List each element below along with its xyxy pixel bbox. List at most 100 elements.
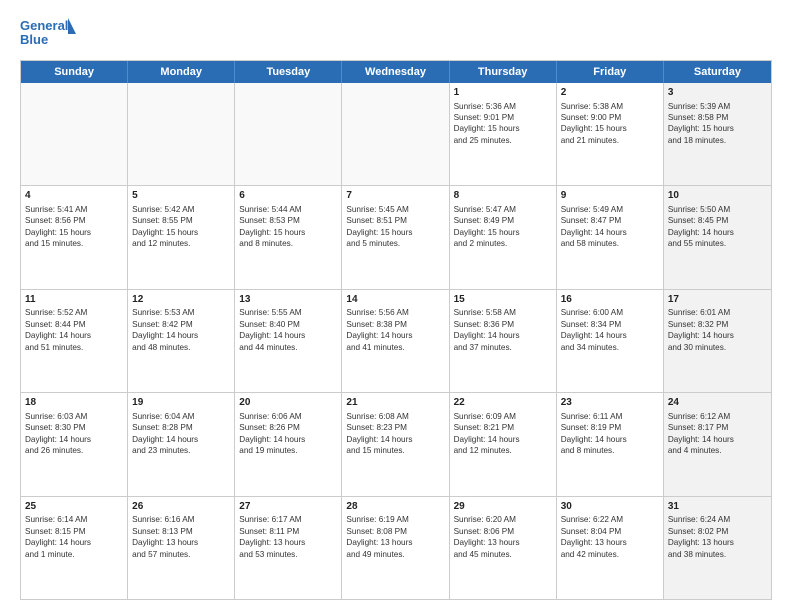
day-number: 12	[132, 293, 230, 307]
calendar-cell: 19 Sunrise: 6:04 AM Sunset: 8:28 PM Dayli…	[128, 393, 235, 495]
day-number: 6	[239, 189, 337, 203]
svg-text:General: General	[20, 18, 68, 33]
day-info: Sunrise: 5:41 AM Sunset: 8:56 PM Dayligh…	[25, 205, 91, 248]
calendar-cell: 21Sunrise: 6:08 AM Sunset: 8:23 PM Dayli…	[342, 393, 449, 495]
calendar-row: 1Sunrise: 5:36 AM Sunset: 9:01 PM Daylig…	[21, 83, 771, 186]
calendar-cell: 11Sunrise: 5:52 AM Sunset: 8:44 PM Dayli…	[21, 290, 128, 392]
calendar-cell: 16Sunrise: 6:00 AM Sunset: 8:34 PM Dayli…	[557, 290, 664, 392]
day-number: 20	[239, 396, 337, 410]
calendar-header-cell: Sunday	[21, 61, 128, 83]
day-number: 8	[454, 189, 552, 203]
day-number: 19	[132, 396, 230, 410]
day-number: 27	[239, 500, 337, 514]
day-number: 4	[25, 189, 123, 203]
day-number: 17	[668, 293, 767, 307]
calendar-cell: 14Sunrise: 5:56 AM Sunset: 8:38 PM Dayli…	[342, 290, 449, 392]
calendar-header-cell: Saturday	[664, 61, 771, 83]
day-number: 3	[668, 86, 767, 100]
calendar-header: SundayMondayTuesdayWednesdayThursdayFrid…	[21, 61, 771, 83]
calendar-cell: 30Sunrise: 6:22 AM Sunset: 8:04 PM Dayli…	[557, 497, 664, 599]
day-info: Sunrise: 6:19 AM Sunset: 8:08 PM Dayligh…	[346, 515, 412, 558]
day-info: Sunrise: 6:09 AM Sunset: 8:21 PM Dayligh…	[454, 412, 520, 455]
calendar-cell: 26Sunrise: 6:16 AM Sunset: 8:13 PM Dayli…	[128, 497, 235, 599]
day-info: Sunrise: 6:04 AM Sunset: 8:28 PM Dayligh…	[132, 412, 198, 455]
logo: General Blue	[20, 16, 80, 52]
calendar-cell: 20 Sunrise: 6:06 AM Sunset: 8:26 PM Dayli…	[235, 393, 342, 495]
day-info: Sunrise: 6:17 AM Sunset: 8:11 PM Dayligh…	[239, 515, 305, 558]
calendar-header-cell: Friday	[557, 61, 664, 83]
page: General Blue SundayMondayTuesdayWednesda…	[0, 0, 792, 612]
calendar-cell	[21, 83, 128, 185]
day-info: Sunrise: 5:44 AM Sunset: 8:53 PM Dayligh…	[239, 205, 305, 248]
day-info: Sunrise: 6:14 AM Sunset: 8:15 PM Dayligh…	[25, 515, 91, 558]
calendar-header-cell: Thursday	[450, 61, 557, 83]
calendar-cell: 22Sunrise: 6:09 AM Sunset: 8:21 PM Dayli…	[450, 393, 557, 495]
day-info: Sunrise: 5:42 AM Sunset: 8:55 PM Dayligh…	[132, 205, 198, 248]
day-number: 5	[132, 189, 230, 203]
calendar-body: 1Sunrise: 5:36 AM Sunset: 9:01 PM Daylig…	[21, 83, 771, 599]
calendar-cell: 7Sunrise: 5:45 AM Sunset: 8:51 PM Daylig…	[342, 186, 449, 288]
day-info: Sunrise: 5:50 AM Sunset: 8:45 PM Dayligh…	[668, 205, 734, 248]
svg-text:Blue: Blue	[20, 32, 48, 47]
day-number: 1	[454, 86, 552, 100]
calendar-cell: 18 Sunrise: 6:03 AM Sunset: 8:30 PM Dayli…	[21, 393, 128, 495]
calendar-cell: 29Sunrise: 6:20 AM Sunset: 8:06 PM Dayli…	[450, 497, 557, 599]
day-info: Sunrise: 6:06 AM Sunset: 8:26 PM Dayligh…	[239, 412, 305, 455]
day-number: 31	[668, 500, 767, 514]
calendar-cell: 31Sunrise: 6:24 AM Sunset: 8:02 PM Dayli…	[664, 497, 771, 599]
day-info: Sunrise: 5:58 AM Sunset: 8:36 PM Dayligh…	[454, 308, 520, 351]
day-number: 26	[132, 500, 230, 514]
day-info: Sunrise: 6:03 AM Sunset: 8:30 PM Dayligh…	[25, 412, 91, 455]
day-number: 2	[561, 86, 659, 100]
day-info: Sunrise: 5:52 AM Sunset: 8:44 PM Dayligh…	[25, 308, 91, 351]
day-number: 15	[454, 293, 552, 307]
day-info: Sunrise: 6:12 AM Sunset: 8:17 PM Dayligh…	[668, 412, 734, 455]
day-info: Sunrise: 6:16 AM Sunset: 8:13 PM Dayligh…	[132, 515, 198, 558]
day-number: 11	[25, 293, 123, 307]
calendar-row: 11Sunrise: 5:52 AM Sunset: 8:44 PM Dayli…	[21, 290, 771, 393]
day-info: Sunrise: 6:01 AM Sunset: 8:32 PM Dayligh…	[668, 308, 734, 351]
calendar-row: 18 Sunrise: 6:03 AM Sunset: 8:30 PM Dayli…	[21, 393, 771, 496]
calendar-cell: 3 Sunrise: 5:39 AM Sunset: 8:58 PM Daylig…	[664, 83, 771, 185]
day-info: Sunrise: 6:24 AM Sunset: 8:02 PM Dayligh…	[668, 515, 734, 558]
day-info: Sunrise: 5:45 AM Sunset: 8:51 PM Dayligh…	[346, 205, 412, 248]
calendar-cell: 17Sunrise: 6:01 AM Sunset: 8:32 PM Dayli…	[664, 290, 771, 392]
day-info: Sunrise: 5:39 AM Sunset: 8:58 PM Dayligh…	[668, 102, 734, 145]
day-info: Sunrise: 5:53 AM Sunset: 8:42 PM Dayligh…	[132, 308, 198, 351]
day-info: Sunrise: 5:56 AM Sunset: 8:38 PM Dayligh…	[346, 308, 412, 351]
calendar-cell: 10 Sunrise: 5:50 AM Sunset: 8:45 PM Dayli…	[664, 186, 771, 288]
calendar: SundayMondayTuesdayWednesdayThursdayFrid…	[20, 60, 772, 600]
day-info: Sunrise: 6:22 AM Sunset: 8:04 PM Dayligh…	[561, 515, 627, 558]
calendar-cell	[235, 83, 342, 185]
day-number: 23	[561, 396, 659, 410]
day-info: Sunrise: 6:11 AM Sunset: 8:19 PM Dayligh…	[561, 412, 627, 455]
calendar-cell: 5 Sunrise: 5:42 AM Sunset: 8:55 PM Daylig…	[128, 186, 235, 288]
calendar-cell: 13Sunrise: 5:55 AM Sunset: 8:40 PM Dayli…	[235, 290, 342, 392]
day-number: 30	[561, 500, 659, 514]
calendar-header-cell: Wednesday	[342, 61, 449, 83]
calendar-cell	[128, 83, 235, 185]
day-number: 18	[25, 396, 123, 410]
day-info: Sunrise: 6:20 AM Sunset: 8:06 PM Dayligh…	[454, 515, 520, 558]
calendar-cell	[342, 83, 449, 185]
day-info: Sunrise: 5:55 AM Sunset: 8:40 PM Dayligh…	[239, 308, 305, 351]
day-number: 21	[346, 396, 444, 410]
day-number: 10	[668, 189, 767, 203]
calendar-header-cell: Tuesday	[235, 61, 342, 83]
calendar-cell: 8Sunrise: 5:47 AM Sunset: 8:49 PM Daylig…	[450, 186, 557, 288]
calendar-cell: 27Sunrise: 6:17 AM Sunset: 8:11 PM Dayli…	[235, 497, 342, 599]
calendar-row: 4 Sunrise: 5:41 AM Sunset: 8:56 PM Daylig…	[21, 186, 771, 289]
calendar-cell: 6 Sunrise: 5:44 AM Sunset: 8:53 PM Daylig…	[235, 186, 342, 288]
day-number: 29	[454, 500, 552, 514]
calendar-cell: 2Sunrise: 5:38 AM Sunset: 9:00 PM Daylig…	[557, 83, 664, 185]
calendar-cell: 9Sunrise: 5:49 AM Sunset: 8:47 PM Daylig…	[557, 186, 664, 288]
calendar-row: 25Sunrise: 6:14 AM Sunset: 8:15 PM Dayli…	[21, 497, 771, 599]
header: General Blue	[20, 16, 772, 52]
day-number: 25	[25, 500, 123, 514]
logo-svg: General Blue	[20, 16, 80, 52]
day-number: 13	[239, 293, 337, 307]
calendar-cell: 24 Sunrise: 6:12 AM Sunset: 8:17 PM Dayli…	[664, 393, 771, 495]
day-number: 24	[668, 396, 767, 410]
day-number: 9	[561, 189, 659, 203]
calendar-cell: 4 Sunrise: 5:41 AM Sunset: 8:56 PM Daylig…	[21, 186, 128, 288]
